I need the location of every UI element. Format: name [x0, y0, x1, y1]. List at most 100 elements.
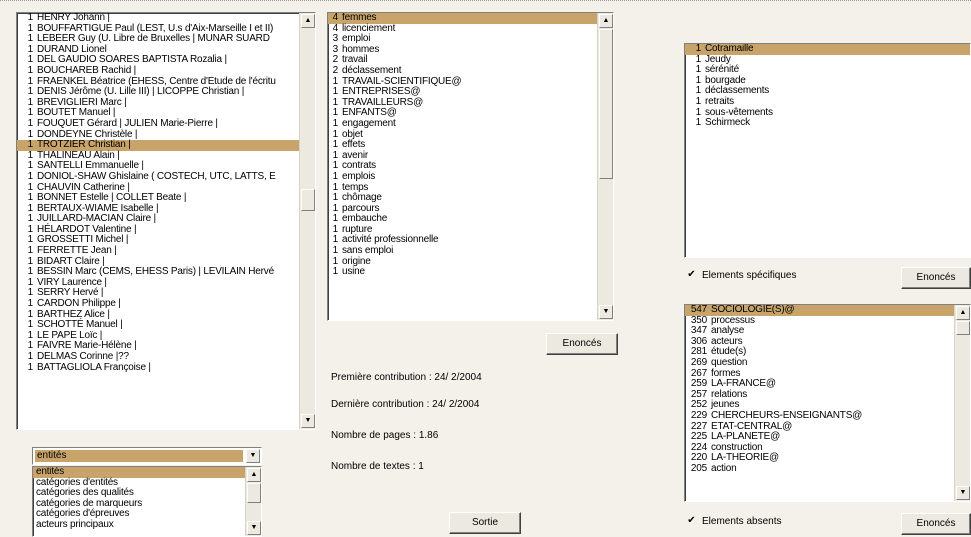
row-text: catégories de marqueurs [36, 497, 143, 509]
scroll-thumb[interactable] [956, 321, 970, 335]
scroll-down-icon[interactable]: ▼ [247, 521, 261, 535]
checkbox-check-icon[interactable]: ✔ [686, 516, 697, 527]
row-text: CARDON Philippe | [37, 298, 121, 310]
scroll-up-icon[interactable]: ▲ [301, 14, 315, 28]
author-list-item[interactable]: 1 BATTAGLIOLA Françoise | [17, 362, 299, 374]
row-count: 1 [695, 106, 702, 118]
row-count: 269 [690, 356, 707, 368]
row-text: déclassement [342, 64, 402, 76]
category-combo[interactable]: entités ▼ [32, 447, 262, 465]
row-text: contrats [342, 160, 376, 172]
row-text: Jeudy [705, 53, 731, 65]
enonces-words-button[interactable]: Enoncés [546, 333, 618, 355]
row-count: 4 [332, 13, 339, 23]
row-text: BERTAUX-WIAME Isabelle | [37, 202, 159, 214]
row-text: hommes [342, 43, 380, 55]
row-count: 1 [27, 202, 34, 214]
word-list-item[interactable]: 1 engagement [328, 118, 597, 130]
row-text: retraits [705, 95, 734, 107]
specific-elements-list[interactable]: 1 Cotramaille 1 Jeudy 1 sérénité 1 bourgade 1 déc… [684, 43, 971, 258]
row-count: 1 [27, 170, 34, 182]
sortie-button[interactable]: Sortie [449, 512, 521, 534]
authors-list[interactable]: 1 HENRY Johann | 1 BOUFFARTIGUE Paul (LEST,… [16, 12, 316, 430]
row-text: DEL GAUDIO SOARES BAPTISTA Rozalia | [37, 54, 227, 66]
row-text: jeunes [711, 399, 740, 411]
scroll-down-icon[interactable]: ▼ [956, 486, 970, 500]
row-count: 229 [690, 409, 707, 421]
word-list-item[interactable]: 3 hommes [328, 43, 597, 56]
row-text: FERRETTE Jean | [37, 245, 117, 257]
row-text: ENTREPRISES@ [342, 86, 421, 98]
row-count: 1 [27, 234, 34, 246]
scroll-thumb[interactable] [599, 29, 613, 179]
row-text: bourgade [705, 74, 746, 86]
row-text: sérénité [705, 64, 739, 76]
row-text: THALINEAU Alain | [37, 149, 120, 161]
absent-elements-list[interactable]: 547 SOCIOLOGIE(S)@ 350 processus 347 analyse 3… [684, 304, 971, 502]
row-count: 1 [27, 139, 34, 151]
enonces-specific-button[interactable]: Enoncés [901, 267, 971, 289]
row-text: TROTZIER Christian | [37, 139, 131, 151]
row-count: 1 [27, 298, 34, 310]
scroll-thumb[interactable] [301, 189, 315, 211]
row-text: DONDEYNE Christèle | [37, 128, 138, 140]
row-text: ENFANTS@ [342, 107, 397, 119]
row-count: 1 [27, 54, 34, 66]
row-text: catégories d'entités [36, 476, 118, 488]
row-text: CHAUVIN Catherine | [37, 181, 130, 193]
absent-list-item[interactable]: 205 action [685, 462, 954, 475]
row-text: DELMAS Corinne |?? [37, 351, 129, 362]
row-text: femmes [342, 13, 377, 23]
scroll-down-icon[interactable]: ▼ [599, 305, 613, 319]
words-scrollbar[interactable]: ▲ ▼ [597, 13, 613, 320]
row-text: analyse [711, 325, 745, 337]
row-text: LEBEER Guy (U. Libre de Bruxelles | MUNA… [37, 33, 270, 45]
row-text: HÉLARDOT Valentine | [37, 223, 137, 235]
word-list-item[interactable]: 1 effets [328, 139, 597, 151]
scroll-up-icon[interactable]: ▲ [599, 14, 613, 28]
scroll-thumb[interactable] [247, 483, 261, 503]
category-options-list[interactable]: entités catégories d'entités catégories de… [32, 466, 262, 537]
row-text: question [711, 356, 748, 368]
specific-elements-checkbox[interactable]: ✔ Elements spécifiques [686, 270, 797, 282]
row-text: DURAND Lionel [37, 43, 107, 55]
row-text: temps [342, 181, 369, 193]
dropdown-arrow-icon[interactable]: ▼ [246, 449, 260, 463]
row-text: BESSIN Marc (CEMS, EHESS Paris) | LEVILA… [37, 266, 274, 278]
absent-scrollbar[interactable]: ▲ ▼ [954, 305, 970, 501]
row-text: VIRY Laurence | [37, 276, 107, 288]
word-list-item[interactable]: 1 objet [328, 129, 597, 141]
word-list-item[interactable]: 1 origine [328, 256, 597, 268]
row-count: 1 [27, 213, 34, 225]
row-count: 1 [27, 245, 34, 257]
category-option[interactable]: acteurs principaux [33, 519, 245, 531]
scroll-up-icon[interactable]: ▲ [956, 306, 970, 320]
absent-elements-checkbox[interactable]: ✔ Elements absents [686, 516, 781, 528]
words-list[interactable]: 4 femmes 4 licenciement 3 emploi 3 hommes 2 trava… [327, 12, 614, 321]
top-border [0, 0, 971, 2]
row-text: DONIOL-SHAW Ghislaine ( COSTECH, UTC, LA… [37, 170, 276, 182]
specific-elements-label: Elements spécifiques [702, 270, 797, 281]
scroll-down-icon[interactable]: ▼ [301, 414, 315, 428]
row-text: avenir [342, 149, 369, 161]
row-text: FRAENKEL Béatrice (EHESS, Centre d'Etude… [37, 75, 276, 87]
word-list-item[interactable]: 1 emplois [328, 171, 597, 183]
row-text: catégories d'épreuves [36, 508, 130, 520]
authors-scrollbar[interactable]: ▲ ▼ [299, 13, 315, 429]
row-text: FOUQUET Gérard | JULIEN Marie-Pierre | [37, 117, 218, 129]
row-text: FAIVRE Marie-Hélène | [37, 340, 137, 352]
category-scrollbar[interactable]: ▲ ▼ [245, 467, 261, 536]
row-text: sous-vêtements [705, 106, 773, 118]
scroll-up-icon[interactable]: ▲ [247, 468, 261, 482]
row-count: 205 [690, 462, 707, 474]
specific-list-item[interactable]: 1 Schirmeck [685, 117, 970, 129]
category-rows: entités catégories d'entités catégories de… [33, 467, 245, 536]
row-text: LA-FRANCE@ [711, 378, 776, 390]
enonces-absent-button[interactable]: Enoncés [901, 513, 971, 535]
row-count: 1 [27, 160, 34, 172]
words-rows: 4 femmes 4 licenciement 3 emploi 3 hommes 2 trava… [328, 13, 597, 320]
checkbox-check-icon[interactable]: ✔ [686, 270, 697, 281]
word-list-item[interactable]: 1 usine [328, 266, 597, 278]
row-text: parcours [342, 202, 380, 214]
row-text: BOUTET Manuel | [37, 107, 116, 119]
